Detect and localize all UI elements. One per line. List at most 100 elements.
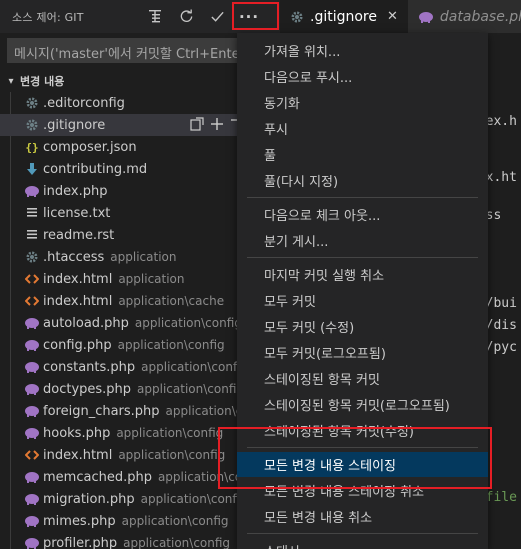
tab-label: .gitignore <box>310 8 377 25</box>
file-name: hooks.php <box>43 425 111 441</box>
file-name: config.php <box>43 337 112 353</box>
file-name: foreign_chars.php <box>43 403 160 419</box>
file-name: memcached.php <box>43 469 152 485</box>
menu-item[interactable]: 모두 커밋(로그오프됨) <box>237 340 488 365</box>
file-row[interactable]: index.php <box>0 180 240 202</box>
html-brackets-icon <box>24 447 40 463</box>
file-row[interactable]: .editorconfig <box>0 92 240 114</box>
php-elephant-icon <box>24 381 40 397</box>
file-row[interactable]: hooks.php application\config <box>0 422 240 444</box>
file-row[interactable]: memcached.phpapplication\config <box>0 466 240 488</box>
tab-database-php[interactable]: database.php <box>407 0 521 33</box>
menu-separator <box>247 533 478 534</box>
file-row[interactable]: readme.rst <box>0 224 240 246</box>
view-as-tree-icon[interactable] <box>145 6 165 26</box>
file-name: license.txt <box>43 205 111 221</box>
menu-item[interactable]: 풀(다시 지정) <box>237 168 488 193</box>
file-path: application\config <box>134 316 240 330</box>
file-name: doctypes.php <box>43 381 132 397</box>
lines-icon <box>24 205 40 221</box>
menu-item[interactable]: 모든 변경 내용 취소 <box>237 504 488 529</box>
commit-check-icon[interactable] <box>207 6 227 26</box>
file-name: index.php <box>43 183 108 199</box>
menu-item[interactable]: 모두 커밋 <box>237 288 488 313</box>
file-path: application\config <box>140 492 240 506</box>
file-name: constants.php <box>43 359 136 375</box>
close-icon[interactable]: ✕ <box>387 9 398 24</box>
file-row[interactable]: .htaccess application <box>0 246 240 268</box>
file-row[interactable]: index.html application\config <box>0 444 240 466</box>
menu-item[interactable]: 푸시 <box>237 116 488 141</box>
tab-gitignore[interactable]: .gitignore ✕ <box>280 0 408 33</box>
menu-item[interactable]: 스태시 <box>237 538 488 549</box>
file-row[interactable]: license.txt <box>0 202 240 224</box>
menu-item[interactable]: 마지막 커밋 실행 취소 <box>237 262 488 287</box>
file-name: composer.json <box>43 139 137 155</box>
file-row[interactable]: migration.php application\config <box>0 488 240 510</box>
menu-item[interactable]: 다음으로 푸시... <box>237 64 488 89</box>
file-name: index.html <box>43 293 113 309</box>
file-name: index.html <box>43 271 113 287</box>
file-path: application\config <box>123 536 231 549</box>
menu-item[interactable]: 스테이징된 항목 커밋 <box>237 366 488 391</box>
file-row[interactable]: config.php application\config <box>0 334 240 356</box>
php-elephant-icon <box>24 425 40 441</box>
file-path: application <box>118 272 185 286</box>
html-brackets-icon <box>24 293 40 309</box>
braces-icon: {} <box>24 139 40 155</box>
php-elephant-icon <box>24 315 40 331</box>
file-name: migration.php <box>43 491 135 507</box>
menu-item[interactable]: 분기 게시... <box>237 228 488 253</box>
scm-title: 소스 제어: GIT <box>12 11 84 24</box>
markdown-arrow-icon <box>24 161 40 177</box>
php-elephant-icon <box>24 513 40 529</box>
file-path: application\cache <box>118 294 225 308</box>
file-name: .gitignore <box>43 117 106 133</box>
file-name: readme.rst <box>43 227 115 243</box>
gear-icon <box>24 249 40 265</box>
file-path: application\config <box>118 448 226 462</box>
menu-item[interactable]: 스테이징된 항목 커밋(로그오프됨) <box>237 392 488 417</box>
menu-separator <box>247 197 478 198</box>
file-row[interactable]: constants.php application\config <box>0 356 240 378</box>
menu-item[interactable]: 동기화 <box>237 90 488 115</box>
file-row[interactable]: foreign_chars.php application\config <box>0 400 240 422</box>
menu-item[interactable]: 다음으로 체크 아웃... <box>237 202 488 227</box>
file-path: application\config <box>137 382 240 396</box>
file-path: application\config <box>117 338 225 352</box>
file-path: application\config <box>141 360 240 374</box>
php-elephant-icon <box>24 491 40 507</box>
file-name: index.html <box>43 447 113 463</box>
file-row-actions <box>190 117 240 135</box>
menu-item[interactable]: 가져올 위치... <box>237 38 488 63</box>
file-row[interactable]: doctypes.php application\config <box>0 378 240 400</box>
file-row[interactable]: .gitignore <box>0 114 240 136</box>
open-file-icon[interactable] <box>190 117 204 135</box>
file-row[interactable]: profiler.php application\config <box>0 532 240 549</box>
php-elephant-icon <box>24 183 40 199</box>
file-name: contributing.md <box>43 161 148 177</box>
file-row[interactable]: index.html application\cache <box>0 290 240 312</box>
file-name: autoload.php <box>43 315 129 331</box>
commit-message-input[interactable]: 메시지('master'에서 커밋할 Ctrl+Enter) <box>7 38 239 63</box>
file-path: application\config <box>165 404 240 418</box>
gear-icon <box>24 117 40 133</box>
menu-item[interactable]: 모두 커밋 (수정) <box>237 314 488 339</box>
lines-icon <box>24 227 40 243</box>
refresh-icon[interactable] <box>176 6 196 26</box>
menu-item[interactable]: 풀 <box>237 142 488 167</box>
changes-section-header[interactable]: ▾ 변경 내용 <box>0 71 240 91</box>
stage-plus-icon[interactable] <box>210 117 224 135</box>
changes-file-list: .editorconfig .gitignore {} composer.json co… <box>0 92 240 549</box>
file-row[interactable]: {} composer.json <box>0 136 240 158</box>
file-row[interactable]: mimes.php application\config <box>0 510 240 532</box>
file-row[interactable]: autoload.php application\config <box>0 312 240 334</box>
file-row[interactable]: index.html application <box>0 268 240 290</box>
annotation-box-more-button <box>232 2 279 30</box>
file-row[interactable]: contributing.md <box>0 158 240 180</box>
annotation-box-stage-all <box>218 427 492 489</box>
tab-label: database.php <box>439 8 521 25</box>
menu-separator <box>247 257 478 258</box>
file-path: application <box>110 250 177 264</box>
php-elephant-icon <box>24 469 40 485</box>
